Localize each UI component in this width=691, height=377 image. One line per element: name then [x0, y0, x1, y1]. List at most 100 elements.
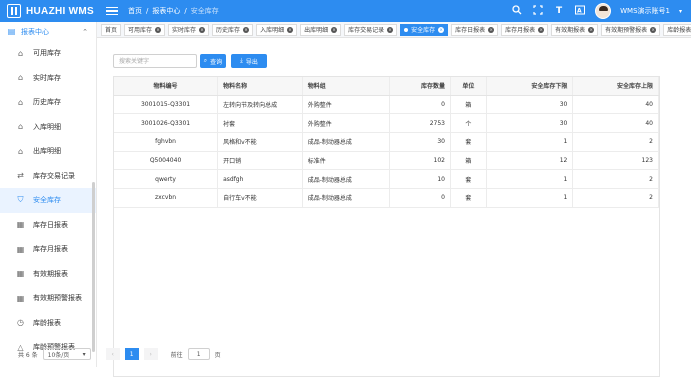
- column-header[interactable]: 安全库存上限: [572, 77, 659, 96]
- breadcrumb-report-center[interactable]: 报表中心: [152, 6, 180, 16]
- language-icon[interactable]: A: [574, 5, 586, 18]
- table-row[interactable]: 3001015-Q3301 左转向节及转向总成 外购整件 0 箱 30 40: [114, 95, 659, 115]
- tab-10[interactable]: 有效期报表 ×: [551, 23, 599, 36]
- sidebar-item-2[interactable]: ⌂ 历史库存: [0, 90, 96, 115]
- close-icon[interactable]: ×: [488, 26, 495, 33]
- fullscreen-icon[interactable]: [532, 4, 544, 18]
- tab-6[interactable]: 库存交易记录 ×: [344, 23, 398, 36]
- main-content: ⌕查询 ⤓导出 物料编号物料名称物料组库存数量单位安全库存下限安全库存上限 30…: [97, 38, 691, 377]
- table-cell: 套: [450, 132, 487, 152]
- table-cell: 箱: [450, 95, 487, 115]
- table-row[interactable]: fghvbn 风格和v不能 成品-制动器总成 30 套 1 2: [114, 132, 659, 152]
- next-page-button[interactable]: ›: [143, 348, 158, 360]
- goto-input[interactable]: 1: [187, 348, 210, 360]
- sidebar-scrollbar[interactable]: [92, 182, 95, 352]
- sidebar-item-3[interactable]: ⌂ 入库明细: [0, 115, 96, 140]
- sidebar-item-label: 可用库存: [33, 49, 61, 58]
- sidebar-group-report-center[interactable]: ▤ 报表中心 ⌃: [0, 22, 96, 41]
- tab-label: 库存交易记录: [348, 27, 385, 34]
- table-cell: qwerty: [114, 169, 219, 189]
- sidebar-item-11[interactable]: ◷ 库龄报表: [0, 311, 96, 336]
- close-icon[interactable]: ×: [287, 26, 294, 33]
- sidebar-item-label: 有效期预警报表: [33, 294, 82, 303]
- user-name[interactable]: WMS演示账号1: [620, 6, 670, 16]
- search-input[interactable]: [113, 54, 197, 68]
- table-cell: 123: [572, 151, 659, 171]
- search-icon[interactable]: [511, 4, 523, 18]
- user-dropdown-icon[interactable]: ▾: [679, 8, 682, 15]
- sidebar-item-1[interactable]: ⌂ 实时库存: [0, 66, 96, 91]
- tab-label: 有效期预警报表: [605, 27, 648, 34]
- table-row[interactable]: qwerty asdfgh 成品-制动器总成 10 套 1 2: [114, 169, 659, 189]
- sidebar-item-label: 出库明细: [33, 147, 61, 156]
- table-row[interactable]: 3001026-Q3301 衬套 外购整件 2753 个 30 40: [114, 113, 659, 133]
- calendar-icon: ▦: [16, 220, 25, 230]
- font-size-icon[interactable]: T: [553, 6, 565, 16]
- close-icon[interactable]: ×: [650, 26, 657, 33]
- column-header[interactable]: 安全库存下限: [486, 77, 574, 96]
- column-header[interactable]: 物料组: [302, 77, 391, 96]
- tab-9[interactable]: 库存月报表 ×: [501, 23, 549, 36]
- export-button[interactable]: ⤓ 导出: [231, 54, 267, 68]
- table-cell: 40: [572, 95, 659, 115]
- sidebar-item-4[interactable]: ⌂ 出库明细: [0, 139, 96, 164]
- menu-toggle-icon[interactable]: [106, 6, 118, 16]
- search-button[interactable]: ⌕ 查询: [200, 54, 226, 68]
- tab-11[interactable]: 有效期预警报表 ×: [601, 23, 661, 36]
- table-cell: 2: [572, 169, 659, 189]
- page-1-button[interactable]: 1: [124, 348, 139, 360]
- sidebar-item-6[interactable]: ⛉ 安全库存: [0, 188, 96, 213]
- tab-4[interactable]: 入库明细 ×: [256, 23, 298, 36]
- table-cell: 2: [572, 132, 659, 152]
- table-cell: 成品-制动器总成: [302, 188, 391, 208]
- tab-label: 可用库存: [128, 27, 153, 34]
- tab-12[interactable]: 库龄报表×: [663, 23, 691, 36]
- table-row[interactable]: Q5004040 开口销 标准件 102 箱 12 123: [114, 151, 659, 171]
- table-cell: 2: [572, 188, 659, 208]
- tab-2[interactable]: 实时库存 ×: [168, 23, 210, 36]
- logo-icon: [7, 4, 21, 18]
- avatar[interactable]: [595, 3, 612, 19]
- tab-7[interactable]: 安全库存 ×: [400, 23, 449, 36]
- column-header[interactable]: 物料编号: [114, 77, 219, 96]
- sidebar: ▤ 报表中心 ⌃ ⌂ 可用库存 ⌂ 实时库存 ⌂ 历史库存 ⌂ 入库明细 ⌂ 出库明细 ⇄ 库存交易记…: [0, 22, 97, 367]
- close-icon[interactable]: ×: [387, 26, 394, 33]
- calendar-icon: ▦: [16, 293, 25, 303]
- sidebar-item-7[interactable]: ▦ 库存日报表: [0, 213, 96, 238]
- sidebar-item-9[interactable]: ▦ 有效期报表: [0, 262, 96, 287]
- close-icon[interactable]: ×: [438, 26, 445, 33]
- column-header[interactable]: 库存数量: [389, 77, 451, 96]
- home-icon: ⌂: [17, 73, 24, 83]
- table-row[interactable]: zxcvbn 自行车v不能 成品-制动器总成 0 套 1 2: [114, 188, 659, 208]
- table-cell: 1: [486, 132, 574, 152]
- close-icon[interactable]: ×: [588, 26, 595, 33]
- tab-1[interactable]: 可用库存 ×: [124, 23, 166, 36]
- table-cell: 左转向节及转向总成: [217, 95, 303, 115]
- close-icon[interactable]: ×: [155, 26, 162, 33]
- breadcrumb-home[interactable]: 首页: [128, 6, 142, 16]
- tab-5[interactable]: 出库明细 ×: [300, 23, 342, 36]
- table-cell: 自行车v不能: [217, 188, 303, 208]
- logo: HUAZHI WMS: [0, 0, 100, 22]
- sidebar-item-label: 库龄报表: [33, 318, 61, 327]
- active-dot-icon: [404, 27, 409, 32]
- column-header[interactable]: 单位: [450, 77, 487, 96]
- sidebar-item-0[interactable]: ⌂ 可用库存: [0, 41, 96, 66]
- page-size-select[interactable]: 10条/页 ▾: [42, 348, 91, 360]
- sidebar-item-5[interactable]: ⇄ 库存交易记录: [0, 164, 96, 189]
- breadcrumb-current: 安全库存: [190, 7, 219, 15]
- close-icon[interactable]: ×: [199, 26, 206, 33]
- tab-0[interactable]: 首页: [101, 23, 122, 36]
- tab-8[interactable]: 库存日报表 ×: [451, 23, 499, 36]
- close-icon[interactable]: ×: [538, 26, 545, 33]
- table-cell: 开口销: [217, 151, 303, 171]
- sidebar-item-label: 入库明细: [33, 122, 61, 131]
- column-header[interactable]: 物料名称: [217, 77, 303, 96]
- close-icon[interactable]: ×: [243, 26, 250, 33]
- prev-page-button[interactable]: ‹: [105, 348, 120, 360]
- close-icon[interactable]: ×: [331, 26, 338, 33]
- sidebar-item-8[interactable]: ▦ 库存月报表: [0, 237, 96, 262]
- tab-3[interactable]: 历史库存 ×: [212, 23, 254, 36]
- sidebar-item-label: 库存月报表: [33, 245, 68, 254]
- sidebar-item-10[interactable]: ▦ 有效期预警报表: [0, 286, 96, 311]
